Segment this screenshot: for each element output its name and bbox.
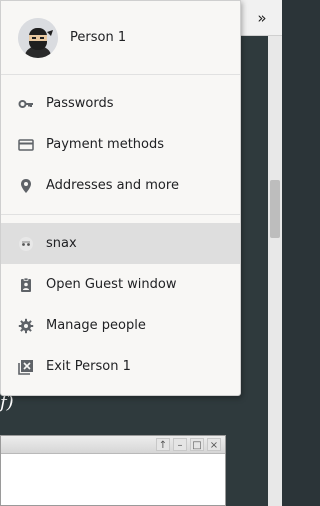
gear-icon <box>18 318 34 334</box>
menu-item-label: Passwords <box>46 96 114 111</box>
background-window: ↑ – □ × <box>0 435 226 506</box>
menu-item-label: Manage people <box>46 318 146 333</box>
window-minimize-button[interactable]: – <box>173 438 187 451</box>
incognito-avatar-icon <box>18 236 34 252</box>
menu-item-label: Payment methods <box>46 137 165 152</box>
autofill-group: Passwords Payment methods Addresses and … <box>1 75 240 214</box>
people-group: snax Open Guest window Manage people Exi… <box>1 214 240 395</box>
window-up-button[interactable]: ↑ <box>156 438 170 451</box>
menu-item-label: Exit Person 1 <box>46 359 131 374</box>
ninja-avatar-icon <box>18 17 58 58</box>
menu-item-payment-methods[interactable]: Payment methods <box>1 124 240 165</box>
menu-item-label: snax <box>46 236 77 251</box>
credit-card-icon <box>18 137 34 153</box>
menu-item-label: Open Guest window <box>46 277 177 292</box>
exit-icon <box>18 359 34 375</box>
guest-badge-icon <box>18 277 34 293</box>
menu-item-open-guest-window[interactable]: Open Guest window <box>1 264 240 305</box>
window-controls: ↑ – □ × <box>156 438 221 451</box>
window-maximize-button[interactable]: □ <box>190 438 204 451</box>
profile-name: Person 1 <box>70 30 127 45</box>
background-window-titlebar: ↑ – □ × <box>1 436 225 454</box>
extensions-overflow-chevron-icon[interactable]: » <box>254 9 270 27</box>
menu-item-profile-snax[interactable]: snax <box>1 223 240 264</box>
profile-menu: Person 1 Passwords Payment methods Addre… <box>0 0 241 396</box>
window-close-button[interactable]: × <box>207 438 221 451</box>
location-pin-icon <box>18 178 34 194</box>
page-scrollbar-thumb[interactable] <box>270 180 280 238</box>
profile-header[interactable]: Person 1 <box>1 1 240 75</box>
menu-item-exit-profile[interactable]: Exit Person 1 <box>1 346 240 387</box>
menu-item-label: Addresses and more <box>46 178 179 193</box>
menu-item-manage-people[interactable]: Manage people <box>1 305 240 346</box>
menu-item-passwords[interactable]: Passwords <box>1 83 240 124</box>
page-scrollbar-track[interactable] <box>268 36 282 506</box>
key-icon <box>18 96 34 112</box>
menu-item-addresses[interactable]: Addresses and more <box>1 165 240 206</box>
